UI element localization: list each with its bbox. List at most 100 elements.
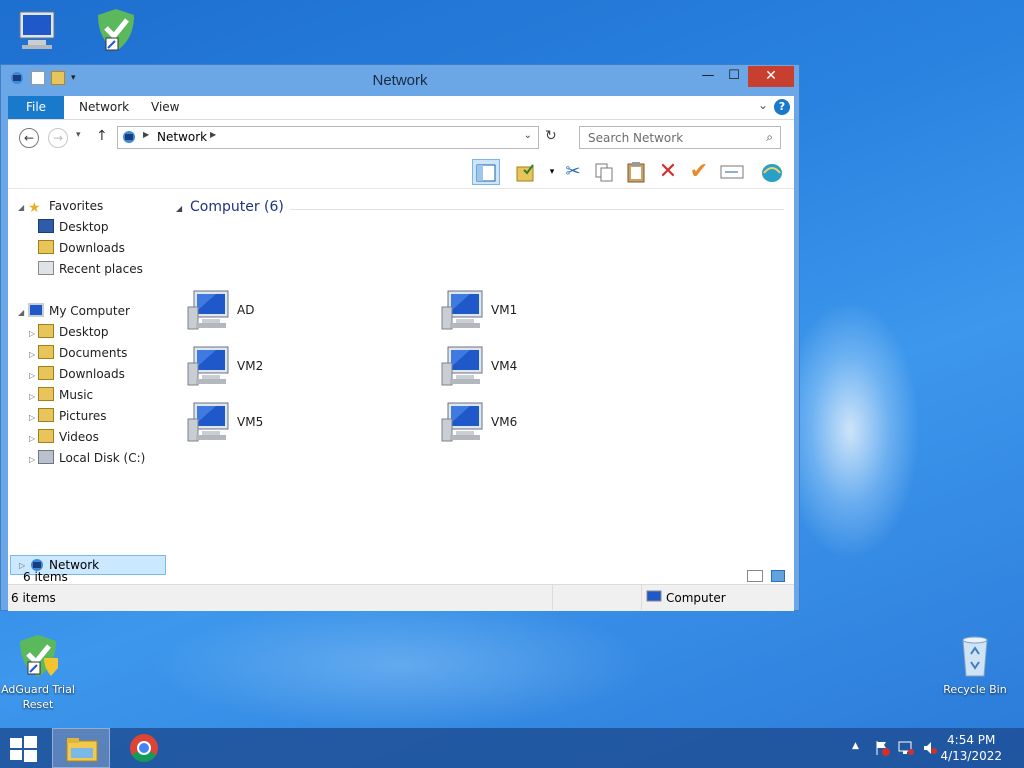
nav-favorites[interactable]: ★ Favorites bbox=[28, 196, 103, 216]
computer-item[interactable]: VM2 bbox=[186, 345, 386, 393]
nav-pc-desktop[interactable]: Desktop bbox=[38, 322, 109, 342]
expand-arrow-icon[interactable]: ◢ bbox=[18, 203, 24, 212]
address-bar[interactable]: ▶ Network ▶ ⌄ bbox=[117, 126, 539, 149]
nav-label: My Computer bbox=[49, 304, 130, 318]
chevron-right-icon[interactable]: ▶ bbox=[210, 130, 216, 139]
back-button[interactable]: ← bbox=[19, 128, 39, 148]
chevron-down-icon[interactable]: ⌄ bbox=[524, 130, 532, 141]
search-icon[interactable]: ⌕ bbox=[766, 130, 773, 145]
expand-ribbon-icon[interactable]: ⌄ bbox=[758, 98, 768, 112]
computer-item[interactable]: VM1 bbox=[440, 289, 640, 337]
status-bar: 6 items Computer bbox=[8, 584, 794, 611]
status-item-count: 6 items bbox=[11, 591, 56, 605]
action-center-flag-icon[interactable] bbox=[874, 740, 890, 756]
adguard-shield-icon bbox=[14, 632, 62, 680]
expand-arrow-icon[interactable]: ▷ bbox=[29, 455, 35, 464]
clock[interactable]: 4:54 PM 4/13/2022 bbox=[940, 732, 1002, 764]
desktop-icon-my-computer[interactable]: My Computer bbox=[0, 6, 76, 58]
nav-pc-music[interactable]: Music bbox=[38, 385, 93, 405]
address-crumb[interactable]: Network bbox=[157, 130, 207, 144]
desktop-icon-adguard[interactable]: AdGuard bbox=[78, 6, 154, 58]
details-view-icon[interactable] bbox=[747, 570, 763, 582]
title-bar[interactable]: ▾ Network — ☐ ✕ bbox=[1, 65, 799, 95]
shell-icon[interactable] bbox=[758, 159, 786, 185]
desktop-icon-label: My Computer bbox=[0, 56, 76, 58]
expand-arrow-icon[interactable]: ▷ bbox=[29, 371, 35, 380]
command-toolbar: ▾ ✂ ✕ ✔ bbox=[8, 155, 794, 189]
nav-my-computer[interactable]: My Computer bbox=[28, 301, 130, 321]
help-icon[interactable]: ? bbox=[774, 99, 790, 115]
minimize-button[interactable]: — bbox=[695, 66, 721, 87]
nav-fav-recent[interactable]: Recent places bbox=[38, 259, 143, 279]
nav-pc-videos[interactable]: Videos bbox=[38, 427, 99, 447]
expand-arrow-icon[interactable]: ◢ bbox=[18, 308, 24, 317]
network-computer-icon bbox=[186, 401, 234, 448]
nav-label: Videos bbox=[59, 430, 99, 444]
search-input[interactable]: Search Network ⌕ bbox=[579, 126, 781, 149]
group-header[interactable]: Computer (6) bbox=[190, 199, 284, 215]
tray-expand-icon[interactable]: ▲ bbox=[852, 741, 859, 751]
taskbar: ▲ 4:54 PM 4/13/2022 bbox=[0, 728, 1024, 768]
computer-item[interactable]: AD bbox=[186, 289, 386, 337]
tab-view[interactable]: View bbox=[137, 96, 193, 119]
network-computer-icon bbox=[440, 401, 488, 448]
recent-locations-icon[interactable]: ▾ bbox=[76, 130, 81, 140]
volume-muted-icon[interactable] bbox=[922, 740, 938, 756]
videos-folder-icon bbox=[38, 429, 54, 443]
computer-item[interactable]: VM4 bbox=[440, 345, 640, 393]
checkmark-icon[interactable]: ✔ bbox=[685, 159, 713, 185]
close-button[interactable]: ✕ bbox=[748, 66, 794, 87]
network-status-icon[interactable] bbox=[898, 740, 914, 756]
expand-arrow-icon[interactable]: ▷ bbox=[29, 392, 35, 401]
nav-label: Documents bbox=[59, 346, 128, 360]
nav-label: Favorites bbox=[49, 199, 104, 213]
nav-label: Recent places bbox=[59, 262, 143, 276]
desktop-icon-recycle-bin[interactable]: Recycle Bin bbox=[937, 632, 1013, 697]
cut-icon[interactable]: ✂ bbox=[559, 159, 587, 185]
nav-label: Downloads bbox=[59, 241, 125, 255]
navigation-pane: ◢ ★ Favorites Desktop Downloads Recent pl… bbox=[8, 189, 168, 582]
large-icons-view-icon[interactable] bbox=[771, 570, 785, 582]
ribbon-tabs: File Network View ⌄ ? bbox=[8, 96, 794, 120]
status-divider bbox=[552, 585, 553, 610]
nav-pc-local-disk[interactable]: Local Disk (C:) bbox=[38, 448, 145, 468]
expand-arrow-icon[interactable]: ▷ bbox=[19, 561, 25, 570]
expand-arrow-icon[interactable]: ▷ bbox=[29, 434, 35, 443]
expand-arrow-icon[interactable]: ▷ bbox=[29, 413, 35, 422]
expand-arrow-icon[interactable]: ▷ bbox=[29, 329, 35, 338]
nav-fav-desktop[interactable]: Desktop bbox=[38, 217, 109, 237]
properties-folder-icon[interactable] bbox=[512, 159, 540, 185]
preview-pane-icon[interactable] bbox=[472, 159, 500, 185]
documents-folder-icon bbox=[38, 345, 54, 359]
rename-icon[interactable] bbox=[718, 159, 746, 185]
desktop-icon bbox=[38, 219, 54, 233]
nav-pc-downloads[interactable]: Downloads bbox=[38, 364, 125, 384]
chrome-icon bbox=[130, 734, 158, 762]
refresh-icon[interactable]: ↻ bbox=[545, 128, 557, 144]
network-computer-icon bbox=[440, 345, 488, 392]
desktop-icon-adguard-trial-reset[interactable]: AdGuard Trial Reset bbox=[0, 632, 76, 712]
forward-button[interactable]: → bbox=[48, 128, 68, 148]
folder-icon bbox=[38, 324, 54, 338]
maximize-button[interactable]: ☐ bbox=[721, 66, 747, 87]
collapse-group-icon[interactable]: ◢ bbox=[176, 204, 182, 213]
status-type: Computer bbox=[666, 591, 726, 605]
delete-icon[interactable]: ✕ bbox=[654, 159, 682, 185]
nav-pc-documents[interactable]: Documents bbox=[38, 343, 127, 363]
nav-fav-downloads[interactable]: Downloads bbox=[38, 238, 125, 258]
computer-item[interactable]: VM5 bbox=[186, 401, 386, 449]
taskbar-chrome[interactable] bbox=[122, 728, 166, 768]
tab-network[interactable]: Network bbox=[65, 96, 143, 119]
tab-file[interactable]: File bbox=[8, 96, 64, 119]
drive-icon bbox=[38, 450, 54, 464]
computer-item[interactable]: VM6 bbox=[440, 401, 640, 449]
nav-pc-pictures[interactable]: Pictures bbox=[38, 406, 107, 426]
start-button[interactable] bbox=[8, 728, 40, 768]
copy-icon[interactable] bbox=[590, 159, 618, 185]
chevron-right-icon[interactable]: ▶ bbox=[143, 130, 149, 139]
up-arrow-icon[interactable]: ↑ bbox=[96, 128, 108, 144]
expand-arrow-icon[interactable]: ▷ bbox=[29, 350, 35, 359]
paste-icon[interactable] bbox=[622, 159, 650, 185]
taskbar-file-explorer[interactable] bbox=[52, 728, 110, 768]
network-icon bbox=[121, 130, 137, 147]
